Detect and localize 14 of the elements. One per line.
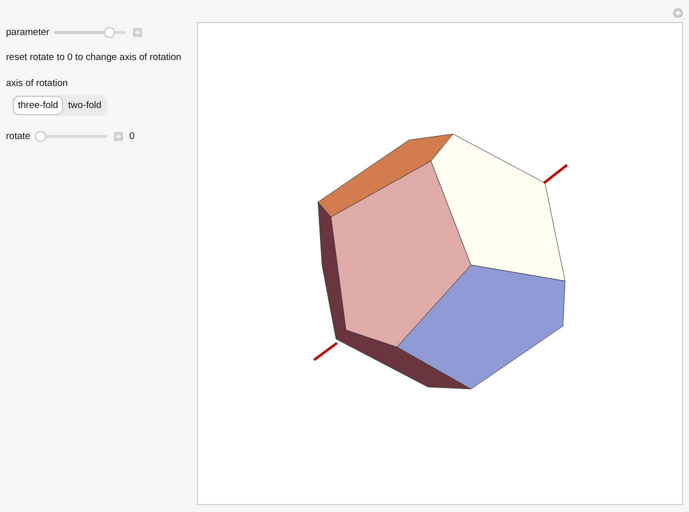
parameter-slider[interactable] (54, 26, 126, 38)
slider-value: 0 (129, 130, 135, 142)
add-icon[interactable] (673, 8, 683, 18)
plus-icon[interactable] (133, 28, 142, 36)
axis-line (543, 164, 568, 184)
plus-icon[interactable] (114, 132, 124, 140)
option-button[interactable]: three-fold (13, 96, 64, 115)
setter-label: axis of rotation (6, 78, 69, 90)
slider-label: rotate (6, 130, 30, 142)
rotate-slider[interactable] (35, 130, 108, 142)
axis-line (313, 342, 338, 361)
slider-label: parameter (6, 26, 50, 38)
option-button[interactable]: two-fold (63, 96, 106, 115)
note-text: reset rotate to 0 to change axis of rotation (6, 52, 182, 64)
